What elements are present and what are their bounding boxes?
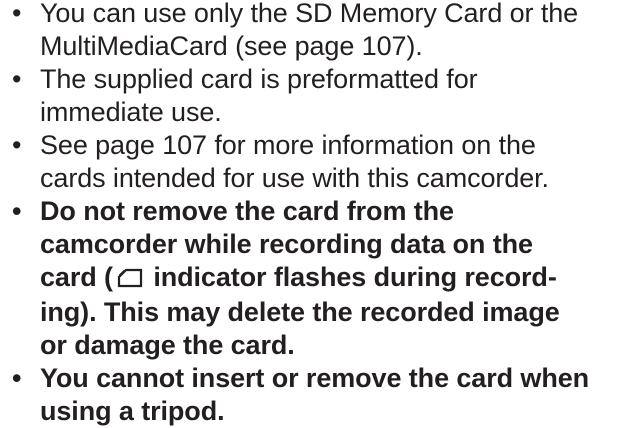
- bullet: •: [12, 130, 22, 160]
- list-item: • You can use only the SD Memory Card or…: [0, 0, 629, 63]
- bullet: •: [12, 363, 22, 393]
- instruction-list: • You can use only the SD Memory Card or…: [0, 0, 629, 428]
- warning-text-line: or damage the card.: [40, 330, 295, 360]
- warning-text-line: ing). This may delete the recorded image: [40, 297, 560, 327]
- warning-text-line: card ( indicator flashes during record-: [40, 261, 629, 296]
- card-indicator-icon: [117, 263, 143, 296]
- list-item-text-line: See page 107 for more information on the: [40, 130, 536, 160]
- bullet: •: [12, 0, 22, 28]
- list-item-text-line: immediate use.: [40, 97, 222, 127]
- list-item-text-line: The supplied card is preformatted for: [40, 64, 478, 94]
- warning-text-line: using a tripod.: [40, 396, 225, 426]
- list-item-text-line: cards intended for use with this camcord…: [40, 163, 549, 193]
- list-item-text-line: MultiMediaCard (see page 107).: [40, 31, 423, 61]
- warning-text-line: camcorder while recording data on the: [40, 229, 533, 259]
- warning-text-line: You cannot insert or remove the card whe…: [40, 363, 590, 393]
- list-item: • The supplied card is preformatted for …: [0, 63, 629, 129]
- list-item-text-line: You can use only the SD Memory Card or t…: [40, 0, 579, 28]
- list-item: • See page 107 for more information on t…: [0, 129, 629, 195]
- list-item-warning: • Do not remove the card from the camcor…: [0, 195, 629, 362]
- bullet: •: [12, 64, 22, 94]
- list-item-warning: • You cannot insert or remove the card w…: [0, 362, 629, 428]
- warning-text-line: Do not remove the card from the: [40, 196, 454, 226]
- warning-text-segment: card (: [40, 262, 113, 292]
- bullet: •: [12, 196, 22, 226]
- warning-text-segment: indicator flashes during record-: [145, 262, 557, 292]
